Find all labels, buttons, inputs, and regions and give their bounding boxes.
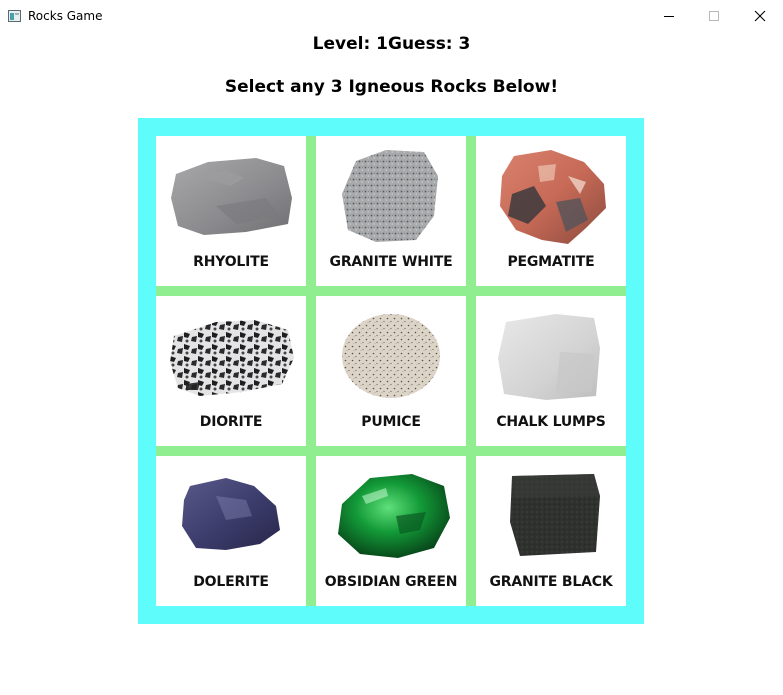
rock-label: RHYOLITE bbox=[193, 254, 269, 270]
window-title: Rocks Game bbox=[28, 9, 103, 23]
rock-tile-pumice[interactable]: PUMICE bbox=[316, 296, 466, 446]
rock-tile-diorite[interactable]: DIORITE bbox=[156, 296, 306, 446]
rock-tile-rhyolite[interactable]: RHYOLITE bbox=[156, 136, 306, 286]
rock-tile-dolerite[interactable]: DOLERITE bbox=[156, 456, 306, 606]
minimize-button[interactable] bbox=[646, 0, 692, 32]
rock-tile-granite-black[interactable]: GRANITE BLACK bbox=[476, 456, 626, 606]
instruction-text: Select any 3 Igneous Rocks Below! bbox=[224, 77, 559, 97]
rock-label: GRANITE WHITE bbox=[329, 254, 453, 270]
rock-tile-obsidian-green[interactable]: OBSIDIAN GREEN bbox=[316, 456, 466, 606]
close-button[interactable] bbox=[737, 0, 783, 32]
rock-label: DIORITE bbox=[199, 414, 263, 430]
maximize-button[interactable] bbox=[691, 0, 737, 32]
close-icon bbox=[754, 10, 766, 22]
rock-board: RHYOLITE GRANITE WHITE PEGMATITE DIORITE… bbox=[138, 118, 644, 624]
rock-label: GRANITE BLACK bbox=[489, 574, 613, 590]
rock-tile-pegmatite[interactable]: PEGMATITE bbox=[476, 136, 626, 286]
rock-label: PUMICE bbox=[361, 414, 421, 430]
title-bar: Rocks Game bbox=[0, 0, 783, 32]
app-window-icon bbox=[8, 10, 21, 22]
rock-label: CHALK LUMPS bbox=[496, 414, 606, 430]
rock-grid: RHYOLITE GRANITE WHITE PEGMATITE DIORITE… bbox=[156, 136, 626, 606]
rock-tile-chalk-lumps[interactable]: CHALK LUMPS bbox=[476, 296, 626, 446]
rock-label: OBSIDIAN GREEN bbox=[324, 574, 458, 590]
minimize-icon bbox=[664, 15, 674, 17]
level-guess-status: Level: 1Guess: 3 bbox=[312, 34, 471, 54]
maximize-icon bbox=[709, 11, 719, 21]
rock-label: DOLERITE bbox=[193, 574, 269, 590]
rock-label: PEGMATITE bbox=[507, 254, 595, 270]
rock-tile-granite-white[interactable]: GRANITE WHITE bbox=[316, 136, 466, 286]
